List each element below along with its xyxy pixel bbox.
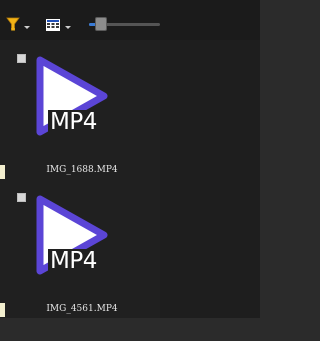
grid-view-icon [45,17,61,36]
file-type-label: MP4 [48,109,99,135]
row-marker [0,165,5,179]
chevron-down-icon [20,19,34,33]
preview-pane [160,40,260,318]
select-checkbox[interactable] [17,193,26,202]
chevron-down-icon [61,19,75,33]
file-name[interactable]: IMG_1688.MP4 [0,165,164,175]
thumbnail-size-slider[interactable] [89,17,160,31]
view-mode-button[interactable] [45,16,75,36]
toolbar [0,0,260,40]
file-grid: MP4 IMG_1688.MP4 MP4 IMG_4561.MP4 [0,40,160,318]
select-checkbox[interactable] [17,54,26,63]
video-play-icon[interactable] [30,52,134,150]
file-tile[interactable]: MP4 IMG_1688.MP4 [0,40,160,179]
filter-button[interactable] [6,16,34,36]
filter-funnel-icon [6,16,20,36]
file-tile[interactable]: MP4 IMG_4561.MP4 [0,179,160,318]
status-strip [0,318,260,341]
slider-thumb[interactable] [95,17,107,31]
video-play-icon[interactable] [30,191,134,289]
file-name[interactable]: IMG_4561.MP4 [0,304,164,314]
row-marker [0,303,5,317]
file-type-label: MP4 [48,248,99,274]
